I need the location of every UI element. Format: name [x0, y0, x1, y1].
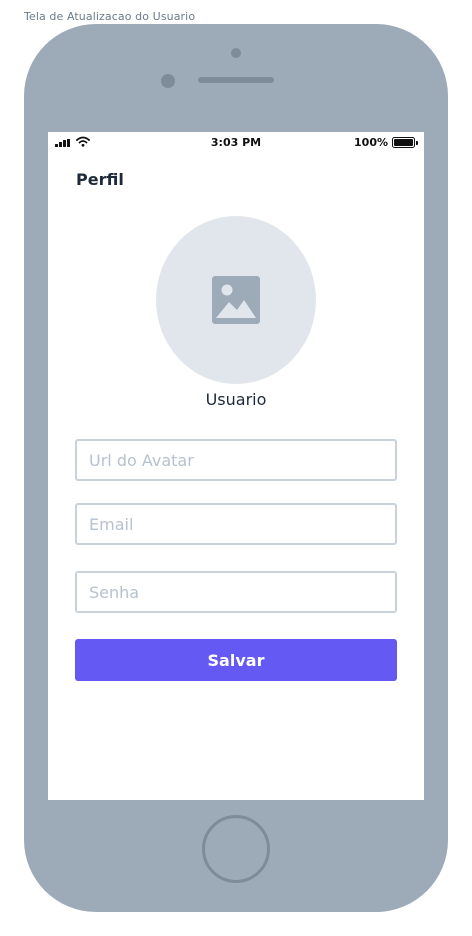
page-title: Perfil	[76, 170, 124, 189]
avatar-url-input[interactable]	[75, 439, 397, 481]
phone-screen: 3:03 PM 100% Perfil Usuario Salvar	[48, 132, 424, 800]
battery-icon	[392, 137, 418, 148]
home-button[interactable]	[202, 815, 270, 883]
save-button[interactable]: Salvar	[75, 639, 397, 681]
front-camera	[231, 48, 241, 58]
status-bar: 3:03 PM 100%	[48, 132, 424, 152]
proximity-sensor	[161, 74, 175, 88]
username-label: Usuario	[205, 390, 267, 409]
frame-label: Tela de Atualizacao do Usuario	[24, 10, 196, 23]
image-placeholder-icon	[212, 276, 260, 324]
battery-percentage: 100%	[354, 136, 388, 149]
password-input[interactable]	[75, 571, 397, 613]
phone-frame: 3:03 PM 100% Perfil Usuario Salvar	[24, 24, 448, 912]
email-input[interactable]	[75, 503, 397, 545]
earpiece-speaker	[198, 77, 274, 83]
avatar[interactable]	[156, 216, 316, 384]
